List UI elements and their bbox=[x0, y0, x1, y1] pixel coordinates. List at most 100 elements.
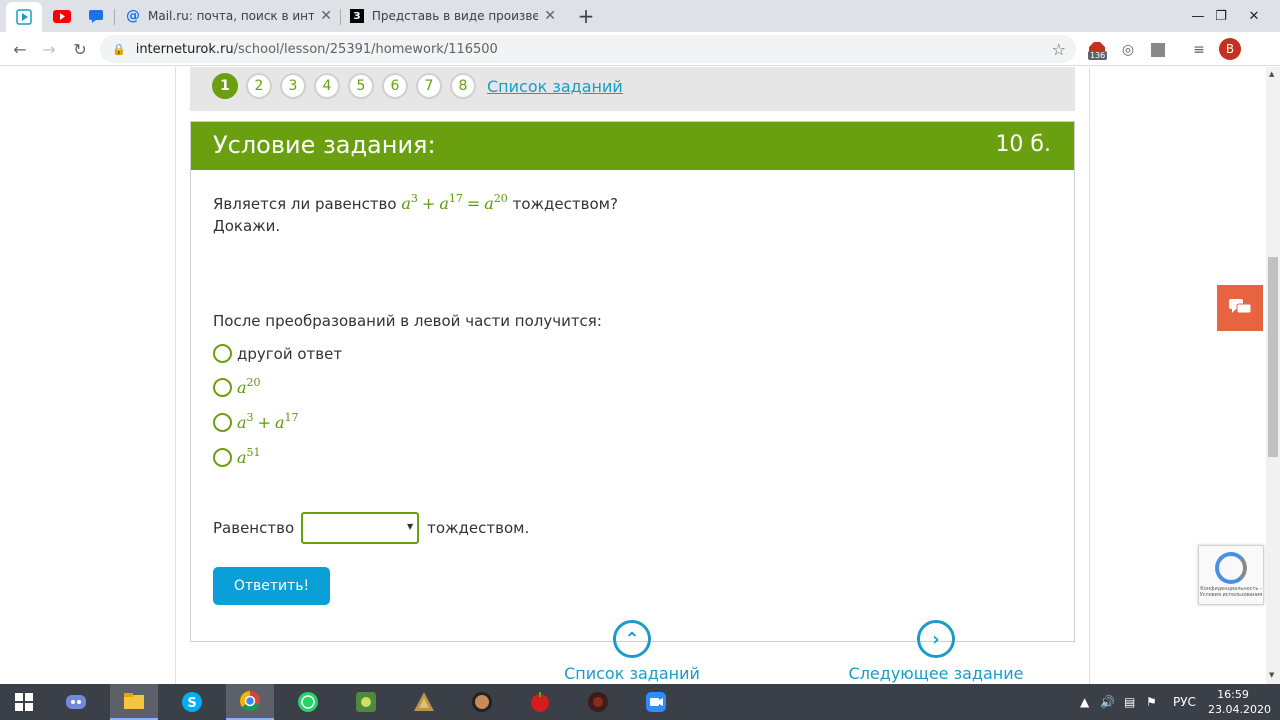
youtube-icon bbox=[53, 9, 71, 23]
znanija-logo-icon: З bbox=[350, 9, 364, 23]
whatsapp-icon[interactable] bbox=[284, 684, 332, 720]
question-text: Является ли равенство a3 + a17 = a20 тождест… bbox=[213, 192, 618, 236]
scrollbar-thumb[interactable] bbox=[1268, 257, 1278, 457]
option-a-3-plus-a-17[interactable]: a3 + a17 bbox=[213, 411, 299, 432]
game-app-icon[interactable] bbox=[342, 684, 390, 720]
identity-select[interactable]: ▼ bbox=[301, 512, 420, 544]
browser-tab-bar: @ Mail.ru: почта, поиск в интерне ✕ З Пр… bbox=[0, 0, 1280, 32]
task-points: 10 б. bbox=[995, 132, 1051, 157]
game-character-icon[interactable] bbox=[458, 684, 506, 720]
skype-icon[interactable]: S bbox=[168, 684, 216, 720]
scroll-up-icon[interactable]: ▲ bbox=[1269, 70, 1274, 78]
task-number-1[interactable]: 1 bbox=[212, 73, 238, 99]
radio-button[interactable] bbox=[213, 344, 232, 363]
playlist-icon[interactable]: ≡ bbox=[1189, 40, 1209, 60]
discord-icon[interactable] bbox=[52, 684, 100, 720]
option-other-answer[interactable]: другой ответ bbox=[213, 344, 342, 363]
task-number-5[interactable]: 5 bbox=[348, 73, 374, 99]
page-scrollbar[interactable]: ▲ ▼ bbox=[1266, 67, 1280, 684]
option-label: a3 + a17 bbox=[237, 411, 299, 432]
bottom-task-list-link[interactable]: ⌃ Список заданий bbox=[522, 620, 742, 683]
clock[interactable]: 16:59 23.04.2020 bbox=[1208, 687, 1271, 717]
task-list-link[interactable]: Список заданий bbox=[487, 77, 623, 96]
tab-title: Mail.ru: почта, поиск в интерне bbox=[148, 9, 315, 23]
next-task-link[interactable]: › Следующее задание bbox=[826, 620, 1046, 683]
url-path: /school/lesson/25391/homework/116500 bbox=[233, 41, 498, 57]
question-suffix: тождеством? bbox=[512, 195, 618, 213]
equality-row: Равенство ▼ тождеством. bbox=[213, 512, 529, 544]
page-viewport: 1 2 3 4 5 6 7 8 Список заданий Условие з… bbox=[0, 67, 1266, 684]
task-number-4[interactable]: 4 bbox=[314, 73, 340, 99]
option-a-51[interactable]: a51 bbox=[213, 446, 261, 467]
bottom-task-list-label: Список заданий bbox=[564, 664, 700, 683]
file-explorer-icon[interactable] bbox=[110, 684, 158, 720]
task-number-2[interactable]: 2 bbox=[246, 73, 272, 99]
tray-expand-icon[interactable]: ▲ bbox=[1080, 684, 1089, 720]
lock-icon: 🔒 bbox=[112, 42, 126, 56]
radio-button[interactable] bbox=[213, 448, 232, 467]
clock-time: 16:59 bbox=[1217, 688, 1249, 701]
pinned-tab-youtube[interactable] bbox=[44, 0, 80, 32]
close-icon[interactable]: ✕ bbox=[544, 8, 556, 24]
clock-date: 23.04.2020 bbox=[1208, 703, 1271, 716]
dark-game-icon[interactable] bbox=[574, 684, 622, 720]
extension-square-icon[interactable] bbox=[1148, 40, 1168, 60]
sandbox-app-icon[interactable] bbox=[400, 684, 448, 720]
play-icon bbox=[16, 9, 32, 25]
forward-arrow-icon[interactable]: → bbox=[36, 36, 62, 62]
option-a-20[interactable]: a20 bbox=[213, 376, 261, 397]
task-box: Условие задания: 10 б. Является ли равен… bbox=[190, 121, 1075, 642]
chevron-right-icon: › bbox=[917, 620, 955, 658]
svg-text:S: S bbox=[187, 696, 196, 711]
question-line-2: Докажи. bbox=[213, 217, 281, 235]
at-sign-icon: @ bbox=[126, 8, 140, 24]
windows-logo-icon bbox=[15, 693, 33, 711]
reload-icon[interactable]: ↻ bbox=[67, 36, 93, 62]
maximize-button[interactable]: ❐ bbox=[1205, 0, 1237, 32]
chevron-up-icon: ⌃ bbox=[613, 620, 651, 658]
chat-bubble-icon bbox=[89, 10, 103, 23]
browser-toolbar: ← → ↻ 🔒 interneturok.ru/school/lesson/25… bbox=[0, 32, 1280, 66]
close-window-button[interactable]: ✕ bbox=[1238, 0, 1270, 32]
task-number-7[interactable]: 7 bbox=[416, 73, 442, 99]
pinned-tab-messenger[interactable] bbox=[78, 0, 114, 32]
dropdown-arrow-icon: ▼ bbox=[406, 522, 414, 531]
recaptcha-logo-icon bbox=[1215, 552, 1247, 584]
tab-mailru[interactable]: @ Mail.ru: почта, поиск в интерне ✕ bbox=[118, 0, 340, 32]
language-indicator[interactable]: РУС bbox=[1173, 684, 1196, 720]
bookmark-star-icon[interactable]: ☆ bbox=[1052, 40, 1066, 59]
task-title: Условие задания: bbox=[213, 131, 436, 159]
address-bar[interactable]: 🔒 interneturok.ru/school/lesson/25391/ho… bbox=[100, 35, 1076, 63]
flag-icon[interactable]: ⚑ bbox=[1146, 684, 1157, 720]
task-header: Условие задания: 10 б. bbox=[191, 122, 1074, 170]
task-number-3[interactable]: 3 bbox=[280, 73, 306, 99]
chrome-icon[interactable] bbox=[226, 684, 274, 720]
close-icon[interactable]: ✕ bbox=[320, 8, 332, 24]
recaptcha-badge[interactable]: Конфиденциальность - Условия использован… bbox=[1198, 545, 1264, 605]
radio-button[interactable] bbox=[213, 413, 232, 432]
windows-taskbar: S ▲ 🔊 ▤ ⚑ РУС 16:59 23.04.2020 bbox=[0, 684, 1280, 720]
answer-button[interactable]: Ответить! bbox=[213, 567, 330, 605]
pinned-tab-interneturok[interactable] bbox=[6, 2, 42, 32]
next-task-label: Следующее задание bbox=[848, 664, 1024, 683]
scroll-down-icon[interactable]: ▼ bbox=[1269, 671, 1274, 679]
tab-znanija[interactable]: З Представь в виде произведени ✕ bbox=[342, 0, 564, 32]
tab-title: Представь в виде произведени bbox=[371, 9, 539, 23]
apple-game-icon[interactable] bbox=[516, 684, 564, 720]
recaptcha-text[interactable]: Конфиденциальность - Условия использован… bbox=[1199, 586, 1263, 598]
radio-button[interactable] bbox=[213, 378, 232, 397]
back-arrow-icon[interactable]: ← bbox=[7, 36, 33, 62]
network-icon[interactable]: ▤ bbox=[1124, 684, 1135, 720]
option-label: другой ответ bbox=[237, 344, 343, 363]
sub-question-text: После преобразований в левой части получ… bbox=[213, 312, 602, 330]
chat-button[interactable] bbox=[1217, 285, 1263, 331]
zoom-icon[interactable] bbox=[632, 684, 680, 720]
volume-icon[interactable]: 🔊 bbox=[1100, 684, 1115, 720]
new-tab-button[interactable]: + bbox=[574, 4, 598, 28]
globe-icon[interactable]: ◎ bbox=[1118, 40, 1138, 60]
profile-avatar[interactable]: B bbox=[1219, 38, 1241, 60]
task-number-6[interactable]: 6 bbox=[382, 73, 408, 99]
task-number-8[interactable]: 8 bbox=[450, 73, 476, 99]
start-button[interactable] bbox=[0, 684, 48, 720]
equality-suffix: тождеством. bbox=[427, 519, 530, 537]
